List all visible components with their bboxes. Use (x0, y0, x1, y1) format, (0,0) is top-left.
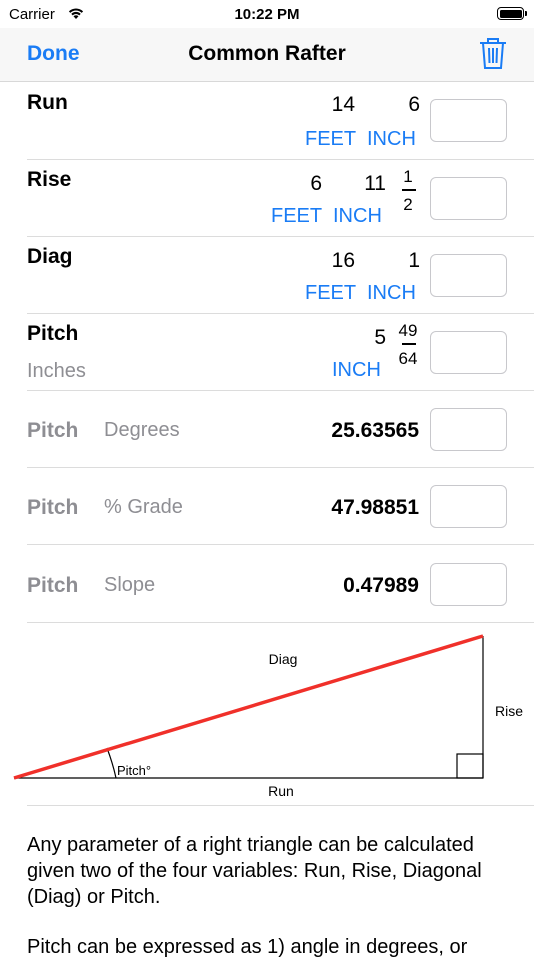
pitch-grade-label: Pitch (27, 496, 79, 519)
diag-inch-unit[interactable]: INCH (367, 282, 416, 305)
run-input[interactable] (430, 99, 507, 142)
rise-label: Rise (27, 168, 72, 191)
diag-inch-value[interactable]: 1 (408, 249, 420, 273)
pitch-inch-value[interactable]: 5 (374, 326, 386, 350)
diag-line (13, 634, 484, 780)
pitch-degrees-value: 25.63565 (331, 419, 419, 442)
pitch-degrees-sublabel: Degrees (104, 419, 180, 441)
trash-icon[interactable] (478, 36, 508, 70)
divider (27, 544, 534, 545)
rafter-diagram: Diag Rise Run Pitch° (0, 624, 534, 806)
pitch-inches-sublabel: Inches (27, 360, 86, 382)
diag-input[interactable] (430, 254, 507, 297)
diag-row: Diag 16 1 FEET INCH (0, 237, 534, 314)
pitch-inches-row: Pitch Inches 5 49 64 INCH (0, 314, 534, 391)
divider (27, 622, 534, 623)
rise-inch-unit[interactable]: INCH (333, 205, 382, 228)
run-feet-unit[interactable]: FEET (305, 128, 356, 151)
rise-feet-value[interactable]: 6 (310, 172, 322, 196)
status-bar: Carrier 10:22 PM (0, 0, 534, 28)
diag-feet-unit[interactable]: FEET (305, 282, 356, 305)
rise-feet-unit[interactable]: FEET (271, 205, 322, 228)
diag-label: Diag (27, 245, 73, 268)
divider (27, 805, 534, 806)
battery-icon (497, 7, 527, 20)
pitch-inch-unit[interactable]: INCH (332, 359, 381, 382)
pitch-grade-sublabel: % Grade (104, 496, 183, 518)
rise-fraction-numerator: 1 (403, 167, 413, 186)
run-inch-value[interactable]: 6 (408, 93, 420, 117)
diag-text: Diag (269, 651, 298, 667)
description-paragraph-2: Pitch can be expressed as 1) angle in de… (27, 936, 468, 958)
run-text: Run (268, 783, 294, 799)
navigation-bar: Done Common Rafter (0, 28, 534, 82)
pitch-inches-input[interactable] (430, 331, 507, 374)
pitch-fraction-denominator: 64 (398, 349, 418, 368)
pitch-degrees-row: Pitch Degrees 25.63565 (0, 391, 534, 468)
run-row: Run 14 6 FEET INCH (0, 83, 534, 160)
clock: 10:22 PM (234, 6, 300, 23)
run-label: Run (27, 91, 68, 114)
rise-fraction-denominator: 2 (403, 195, 413, 214)
pitch-slope-row: Pitch Slope 0.47989 (0, 546, 534, 623)
run-inch-unit[interactable]: INCH (367, 128, 416, 151)
fraction-bar (402, 343, 416, 345)
pitch-grade-row: Pitch % Grade 47.98851 (0, 468, 534, 545)
rise-row: Rise 6 11 1 2 FEET INCH (0, 160, 534, 237)
right-angle-marker (456, 753, 484, 779)
pitch-slope-label: Pitch (27, 574, 79, 597)
pitch-angle-arc (106, 747, 117, 779)
pitch-degrees-input[interactable] (430, 408, 507, 451)
description-paragraph: Any parameter of a right triangle can be… (27, 834, 482, 908)
pitch-degrees-label: Pitch (27, 419, 79, 442)
pitch-slope-sublabel: Slope (104, 574, 156, 596)
pitch-angle-text: Pitch° (117, 763, 151, 778)
diag-feet-value[interactable]: 16 (332, 249, 355, 273)
rise-input[interactable] (430, 177, 507, 220)
run-feet-value[interactable]: 14 (332, 93, 355, 117)
pitch-grade-input[interactable] (430, 485, 507, 528)
pitch-label: Pitch (27, 322, 79, 345)
page-title: Common Rafter (188, 42, 346, 65)
pitch-fraction-numerator: 49 (398, 321, 418, 340)
pitch-slope-input[interactable] (430, 563, 507, 606)
triangle-diagram: Diag Rise Run Pitch° (13, 634, 523, 799)
rise-inch-value[interactable]: 11 (364, 172, 386, 196)
fraction-bar (402, 189, 416, 191)
pitch-grade-value: 47.98851 (331, 496, 419, 519)
pitch-slope-value: 0.47989 (343, 574, 419, 597)
rise-text: Rise (495, 703, 523, 719)
